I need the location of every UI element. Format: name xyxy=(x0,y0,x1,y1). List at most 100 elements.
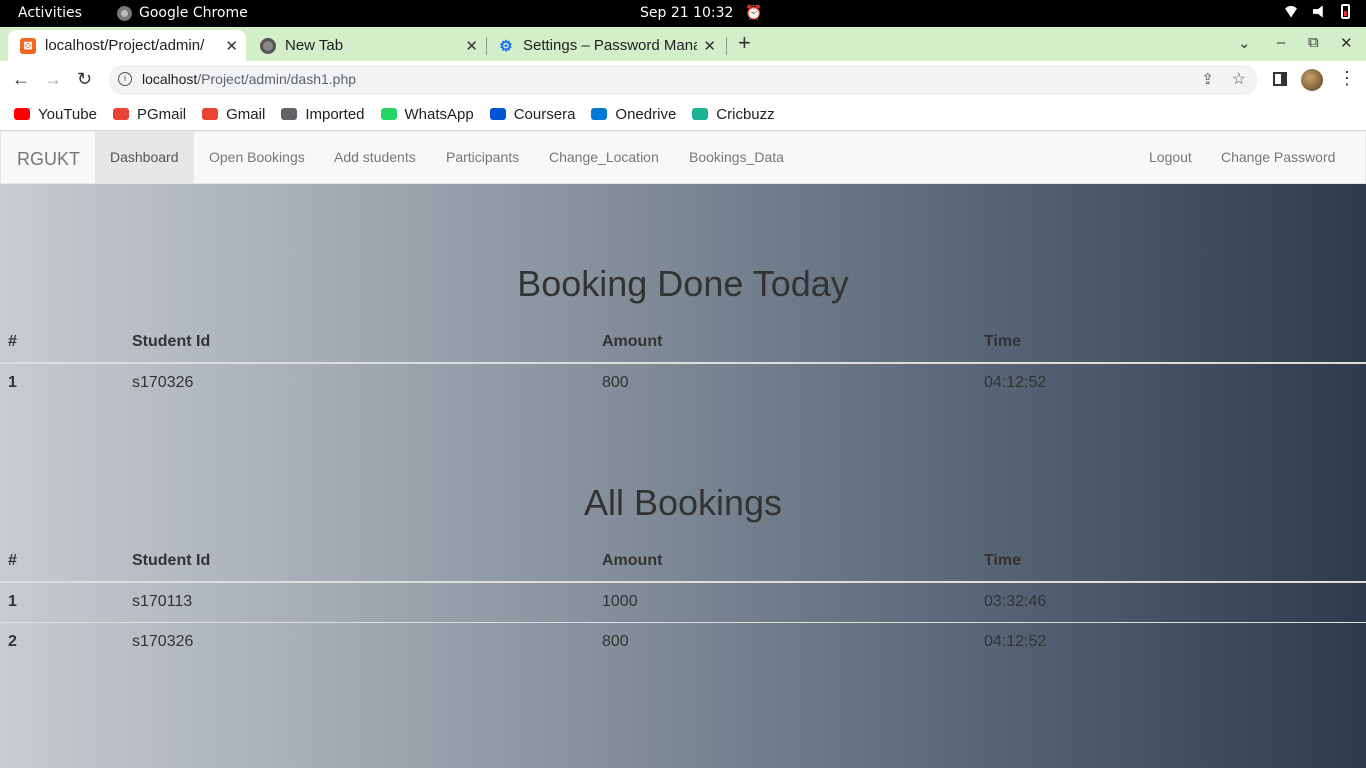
table-cell: 04:12:52 xyxy=(984,374,1047,391)
table-cell: s170326 xyxy=(132,374,194,391)
nav-open-bookings[interactable]: Open Bookings xyxy=(194,132,320,183)
chrome-icon xyxy=(117,5,132,21)
table-header: Student Id xyxy=(132,333,211,350)
nav-bookings-data[interactable]: Bookings_Data xyxy=(674,132,799,183)
activities-button[interactable]: Activities xyxy=(18,5,82,21)
youtube-icon xyxy=(14,108,30,120)
table-header: Amount xyxy=(602,552,663,569)
nav-logout[interactable]: Logout xyxy=(1134,132,1207,183)
app-menu[interactable]: Google Chrome xyxy=(117,5,248,21)
table-cell: 1 xyxy=(8,374,17,391)
side-panel-icon[interactable] xyxy=(1273,72,1287,86)
minimize-icon[interactable]: – xyxy=(1277,34,1285,51)
table-cell: s170113 xyxy=(132,593,193,610)
folder-icon xyxy=(281,108,298,120)
tab-new-tab[interactable]: New Tab ✕ xyxy=(248,30,486,61)
bookmark-gmail[interactable]: Gmail xyxy=(202,106,265,123)
tab-title: localhost/Project/admin/ xyxy=(45,37,205,54)
bookmark-label: WhatsApp xyxy=(404,105,474,123)
address-bar[interactable]: i localhost/Project/admin/dash1.php ⇪ ☆ xyxy=(108,65,1258,95)
system-top-bar: Activities Google Chrome Sep 21 10:32 ⏰ xyxy=(0,0,1366,27)
whatsapp-icon xyxy=(380,108,397,120)
today-title: Booking Done Today xyxy=(517,263,849,304)
table-header: Amount xyxy=(602,333,663,350)
tab-separator xyxy=(486,37,487,55)
tab-title: Settings – Password Mana xyxy=(523,37,697,54)
new-tab-button[interactable]: + xyxy=(738,30,751,56)
page-content: RGUKT Dashboard Open Bookings Add studen… xyxy=(0,131,1366,768)
url-text[interactable]: localhost/Project/admin/dash1.php xyxy=(142,71,356,87)
nav-participants[interactable]: Participants xyxy=(431,132,534,183)
bookmark-label: Coursera xyxy=(513,105,576,123)
wifi-icon xyxy=(1283,5,1299,18)
table-header: # xyxy=(8,333,17,350)
browser-toolbar: ← → ↻ i localhost/Project/admin/dash1.ph… xyxy=(0,61,1366,99)
all-bookings-title: All Bookings xyxy=(583,482,783,523)
tab-localhost[interactable]: ⊠ localhost/Project/admin/ ✕ xyxy=(8,30,246,61)
volume-icon xyxy=(1313,5,1323,18)
app-name: Google Chrome xyxy=(139,5,248,21)
bookmark-label: YouTube xyxy=(38,105,97,123)
tab-strip: ⊠ localhost/Project/admin/ ✕ New Tab ✕ ⚙… xyxy=(0,27,1366,61)
bookmark-whatsapp[interactable]: WhatsApp xyxy=(380,105,474,123)
clock[interactable]: Sep 21 10:32 xyxy=(640,5,733,21)
gmail-icon xyxy=(112,108,129,120)
nav-add-students[interactable]: Add students xyxy=(319,132,431,183)
site-navbar: RGUKT Dashboard Open Bookings Add studen… xyxy=(0,131,1366,184)
table-header: # xyxy=(8,552,17,569)
bookmark-pgmail[interactable]: PGmail xyxy=(112,105,187,123)
battery-icon xyxy=(1341,4,1350,19)
nav-dashboard[interactable]: Dashboard xyxy=(95,132,194,183)
site-info-icon[interactable]: i xyxy=(118,72,132,86)
bookmark-label: Imported xyxy=(305,105,365,123)
table-cell: 800 xyxy=(602,374,629,391)
bookmark-label: PGmail xyxy=(136,105,187,123)
bookmark-label: Cricbuzz xyxy=(716,105,775,123)
nav-change-location[interactable]: Change_Location xyxy=(534,132,674,183)
close-window-icon[interactable]: ✕ xyxy=(1340,34,1353,52)
close-tab-icon[interactable]: ✕ xyxy=(225,37,238,55)
tab-search-chevron-icon[interactable]: ⌄ xyxy=(1238,34,1251,52)
table-cell: 1000 xyxy=(602,593,638,610)
tab-settings[interactable]: ⚙ Settings – Password Mana ✕ xyxy=(486,30,724,61)
chrome-menu-icon[interactable]: ⋮ xyxy=(1338,68,1356,89)
table-cell: s170326 xyxy=(132,633,194,650)
tab-title: New Tab xyxy=(285,37,344,54)
coursera-icon xyxy=(489,108,506,120)
reload-icon[interactable]: ↻ xyxy=(77,69,92,90)
bookmarks-bar: YouTube PGmail Gmail Imported WhatsApp Course… xyxy=(0,99,1366,129)
restore-icon[interactable]: ⧉ xyxy=(1308,34,1319,51)
table-cell: 2 xyxy=(8,633,17,650)
bookmark-youtube[interactable]: YouTube xyxy=(14,106,97,123)
close-tab-icon[interactable]: ✕ xyxy=(703,37,716,55)
table-cell: 800 xyxy=(602,633,629,650)
bookmark-coursera[interactable]: Coursera xyxy=(489,105,576,123)
table-cell: 03:32:46 xyxy=(984,593,1047,610)
bookmark-label: Onedrive xyxy=(615,105,677,123)
header-divider xyxy=(0,581,1366,583)
system-tray[interactable] xyxy=(1283,4,1350,19)
bookmark-onedrive[interactable]: Onedrive xyxy=(591,106,676,123)
tab-separator xyxy=(726,37,727,55)
cricbuzz-icon xyxy=(692,108,709,120)
table-cell: 1 xyxy=(8,593,17,610)
share-icon[interactable]: ⇪ xyxy=(1201,70,1214,88)
nav-change-password[interactable]: Change Password xyxy=(1206,132,1350,183)
row-divider xyxy=(0,622,1366,623)
header-divider xyxy=(0,362,1366,364)
close-tab-icon[interactable]: ✕ xyxy=(465,37,478,55)
navbar-brand[interactable]: RGUKT xyxy=(17,149,80,170)
xampp-icon: ⊠ xyxy=(20,37,36,54)
bookmark-label: Gmail xyxy=(226,105,266,123)
gmail-icon xyxy=(202,108,219,120)
profile-avatar[interactable] xyxy=(1301,69,1323,91)
bookmark-cricbuzz[interactable]: Cricbuzz xyxy=(692,105,775,123)
table-header: Time xyxy=(984,333,1022,350)
bookmark-imported[interactable]: Imported xyxy=(281,105,365,123)
back-arrow-icon[interactable]: ← xyxy=(12,69,30,90)
bookmark-star-icon[interactable]: ☆ xyxy=(1232,69,1246,89)
table-header: Student Id xyxy=(132,552,211,569)
alarm-icon: ⏰ xyxy=(745,5,763,21)
forward-arrow-icon[interactable]: → xyxy=(44,69,62,90)
onedrive-icon xyxy=(591,108,608,120)
